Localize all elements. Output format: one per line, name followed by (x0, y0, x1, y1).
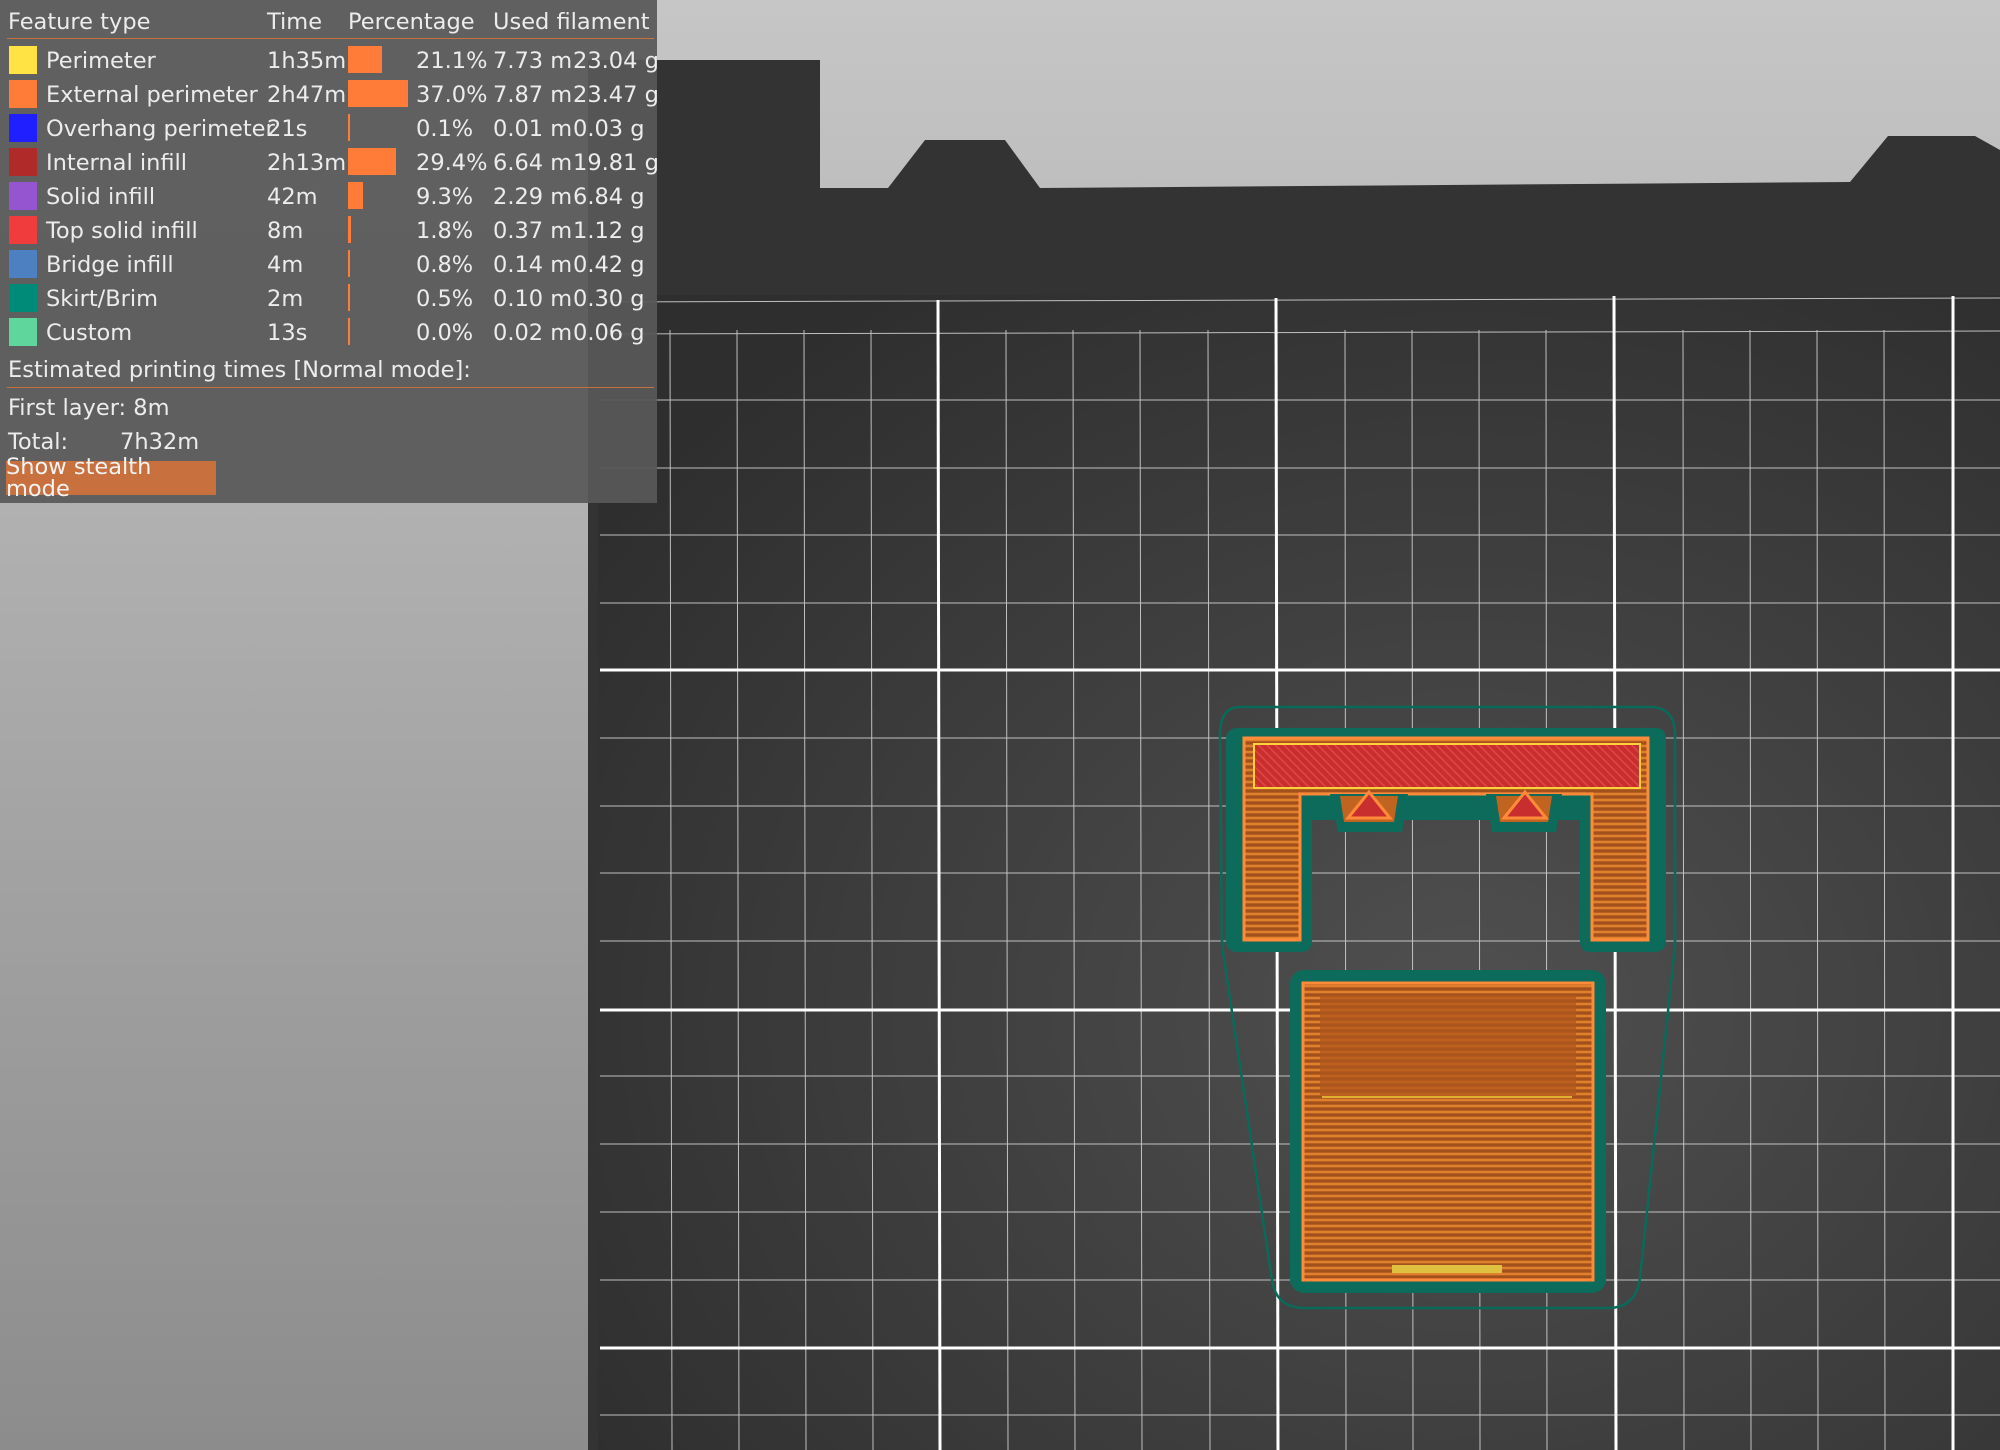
top-solid-infill-region (1253, 743, 1641, 789)
percentage-bar (348, 250, 350, 277)
first-layer-time: First layer: 8m (8, 395, 170, 421)
feature-length: 0.37 m (493, 218, 573, 244)
estimated-separator (7, 387, 654, 388)
feature-label: Solid infill (46, 184, 156, 210)
feature-label: External perimeter (46, 82, 258, 108)
header-percentage: Percentage (348, 9, 475, 35)
color-swatch (9, 182, 37, 210)
estimated-times-title: Estimated printing times [Normal mode]: (8, 357, 471, 383)
color-swatch (9, 46, 37, 74)
color-swatch (9, 80, 37, 108)
percentage-bar (348, 80, 408, 107)
feature-time: 2h47m (267, 82, 347, 108)
feature-weight: 0.03 g (573, 116, 645, 142)
feature-percentage: 29.4% (416, 150, 488, 176)
feature-row[interactable]: Solid infill 42m 9.3% 2.29 m 6.84 g (0, 178, 657, 212)
feature-percentage: 0.5% (416, 286, 474, 312)
feature-length: 0.10 m (493, 286, 573, 312)
feature-time: 2m (267, 286, 304, 312)
feature-weight: 19.81 g (573, 150, 659, 176)
feature-length: 2.29 m (493, 184, 573, 210)
header-used-filament: Used filament (493, 9, 650, 35)
feature-time: 1h35m (267, 48, 347, 74)
feature-percentage: 0.8% (416, 252, 474, 278)
feature-row[interactable]: External perimeter 2h47m 37.0% 7.87 m 23.47 … (0, 76, 659, 110)
color-swatch (9, 114, 37, 142)
feature-length: 0.14 m (493, 252, 573, 278)
color-swatch (9, 250, 37, 278)
feature-time: 4m (267, 252, 304, 278)
feature-percentage: 21.1% (416, 48, 488, 74)
header-time: Time (267, 9, 323, 35)
feature-percentage: 0.1% (416, 116, 474, 142)
lower-part-top-band (1320, 995, 1576, 1095)
feature-weight: 0.42 g (573, 252, 645, 278)
percentage-bar (348, 182, 363, 209)
feature-time: 8m (267, 218, 304, 244)
header-feature-type: Feature type (8, 9, 151, 35)
feature-row[interactable]: Custom 13s 0.0% 0.02 m 0.06 g (0, 314, 657, 348)
total-time-value: 7h32m (120, 429, 200, 455)
percentage-bar (348, 284, 350, 311)
header-separator (7, 38, 654, 39)
feature-time: 2h13m (267, 150, 347, 176)
feature-label: Skirt/Brim (46, 286, 159, 312)
feature-percentage: 37.0% (416, 82, 488, 108)
feature-weight: 23.04 g (573, 48, 659, 74)
feature-weight: 0.30 g (573, 286, 645, 312)
feature-length: 7.87 m (493, 82, 573, 108)
feature-weight: 23.47 g (573, 82, 659, 108)
color-swatch (9, 216, 37, 244)
legend-panel: Feature type Time Percentage Used filame… (0, 0, 659, 503)
feature-length: 7.73 m (493, 48, 573, 74)
feature-label: Overhang perimeter (46, 116, 275, 142)
feature-weight: 6.84 g (573, 184, 645, 210)
feature-length: 6.64 m (493, 150, 573, 176)
feature-row[interactable]: Top solid infill 8m 1.8% 0.37 m 1.12 g (0, 212, 657, 246)
feature-percentage: 1.8% (416, 218, 474, 244)
feature-row[interactable]: Bridge infill 4m 0.8% 0.14 m 0.42 g (0, 246, 657, 280)
feature-row[interactable]: Skirt/Brim 2m 0.5% 0.10 m 0.30 g (0, 280, 657, 314)
feature-time: 42m (267, 184, 318, 210)
show-stealth-mode-button[interactable]: Show stealth mode (6, 455, 216, 500)
color-swatch (9, 318, 37, 346)
feature-time: 21s (267, 116, 308, 142)
percentage-bar (348, 216, 351, 243)
feature-weight: 1.12 g (573, 218, 645, 244)
feature-percentage: 0.0% (416, 320, 474, 346)
feature-label: Bridge infill (46, 252, 174, 278)
feature-row[interactable]: Internal infill 2h13m 29.4% 6.64 m 19.81 g (0, 144, 659, 178)
feature-label: Perimeter (46, 48, 156, 74)
feature-time: 13s (267, 320, 308, 346)
percentage-bar (348, 46, 382, 73)
feature-length: 0.01 m (493, 116, 573, 142)
feature-percentage: 9.3% (416, 184, 474, 210)
color-swatch (9, 284, 37, 312)
feature-label: Top solid infill (46, 218, 198, 244)
percentage-bar (348, 114, 350, 141)
feature-row[interactable]: Overhang perimeter 21s 0.1% 0.01 m 0.03 g (0, 110, 657, 144)
percentage-bar (348, 318, 350, 345)
percentage-bar (348, 148, 396, 175)
feature-length: 0.02 m (493, 320, 573, 346)
feature-weight: 0.06 g (573, 320, 645, 346)
feature-label: Internal infill (46, 150, 188, 176)
color-swatch (9, 148, 37, 176)
feature-row[interactable]: Perimeter 1h35m 21.1% 7.73 m 23.04 g (0, 42, 659, 76)
lower-part-bottom-accent (1392, 1265, 1502, 1273)
total-label: Total: (8, 429, 69, 455)
feature-label: Custom (46, 320, 133, 346)
